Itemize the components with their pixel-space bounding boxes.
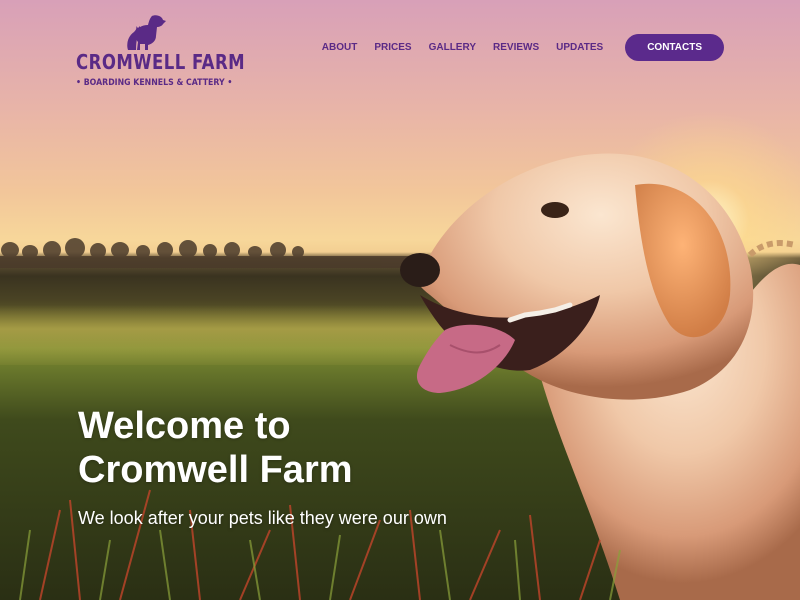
- hero-heading-line2: Cromwell Farm: [78, 449, 353, 491]
- hero-subtitle: We look after your pets like they were o…: [78, 508, 447, 528]
- contacts-button[interactable]: CONTACTS: [625, 33, 724, 61]
- nav-item-reviews[interactable]: REVIEWS: [493, 42, 539, 53]
- logo-title: CROMWELL FARM: [76, 50, 246, 74]
- nav-item-about[interactable]: ABOUT: [322, 42, 358, 53]
- nav-item-prices[interactable]: PRICES: [374, 42, 411, 53]
- main-nav: ABOUT PRICES GALLERY REVIEWS UPDATES CON…: [322, 33, 724, 61]
- hero-heading: Welcome to Cromwell Farm: [78, 404, 353, 492]
- logo-subtitle: • BOARDING KENNELS & CATTERY •: [76, 78, 233, 88]
- nav-item-gallery[interactable]: GALLERY: [429, 42, 476, 53]
- treeline: [0, 238, 420, 268]
- dog-cat-silhouette-icon: [127, 15, 166, 50]
- site-logo[interactable]: CROMWELL FARM • BOARDING KENNELS & CATTE…: [76, 14, 246, 92]
- hero-heading-line1: Welcome to: [78, 405, 291, 447]
- nav-item-updates[interactable]: UPDATES: [556, 42, 603, 53]
